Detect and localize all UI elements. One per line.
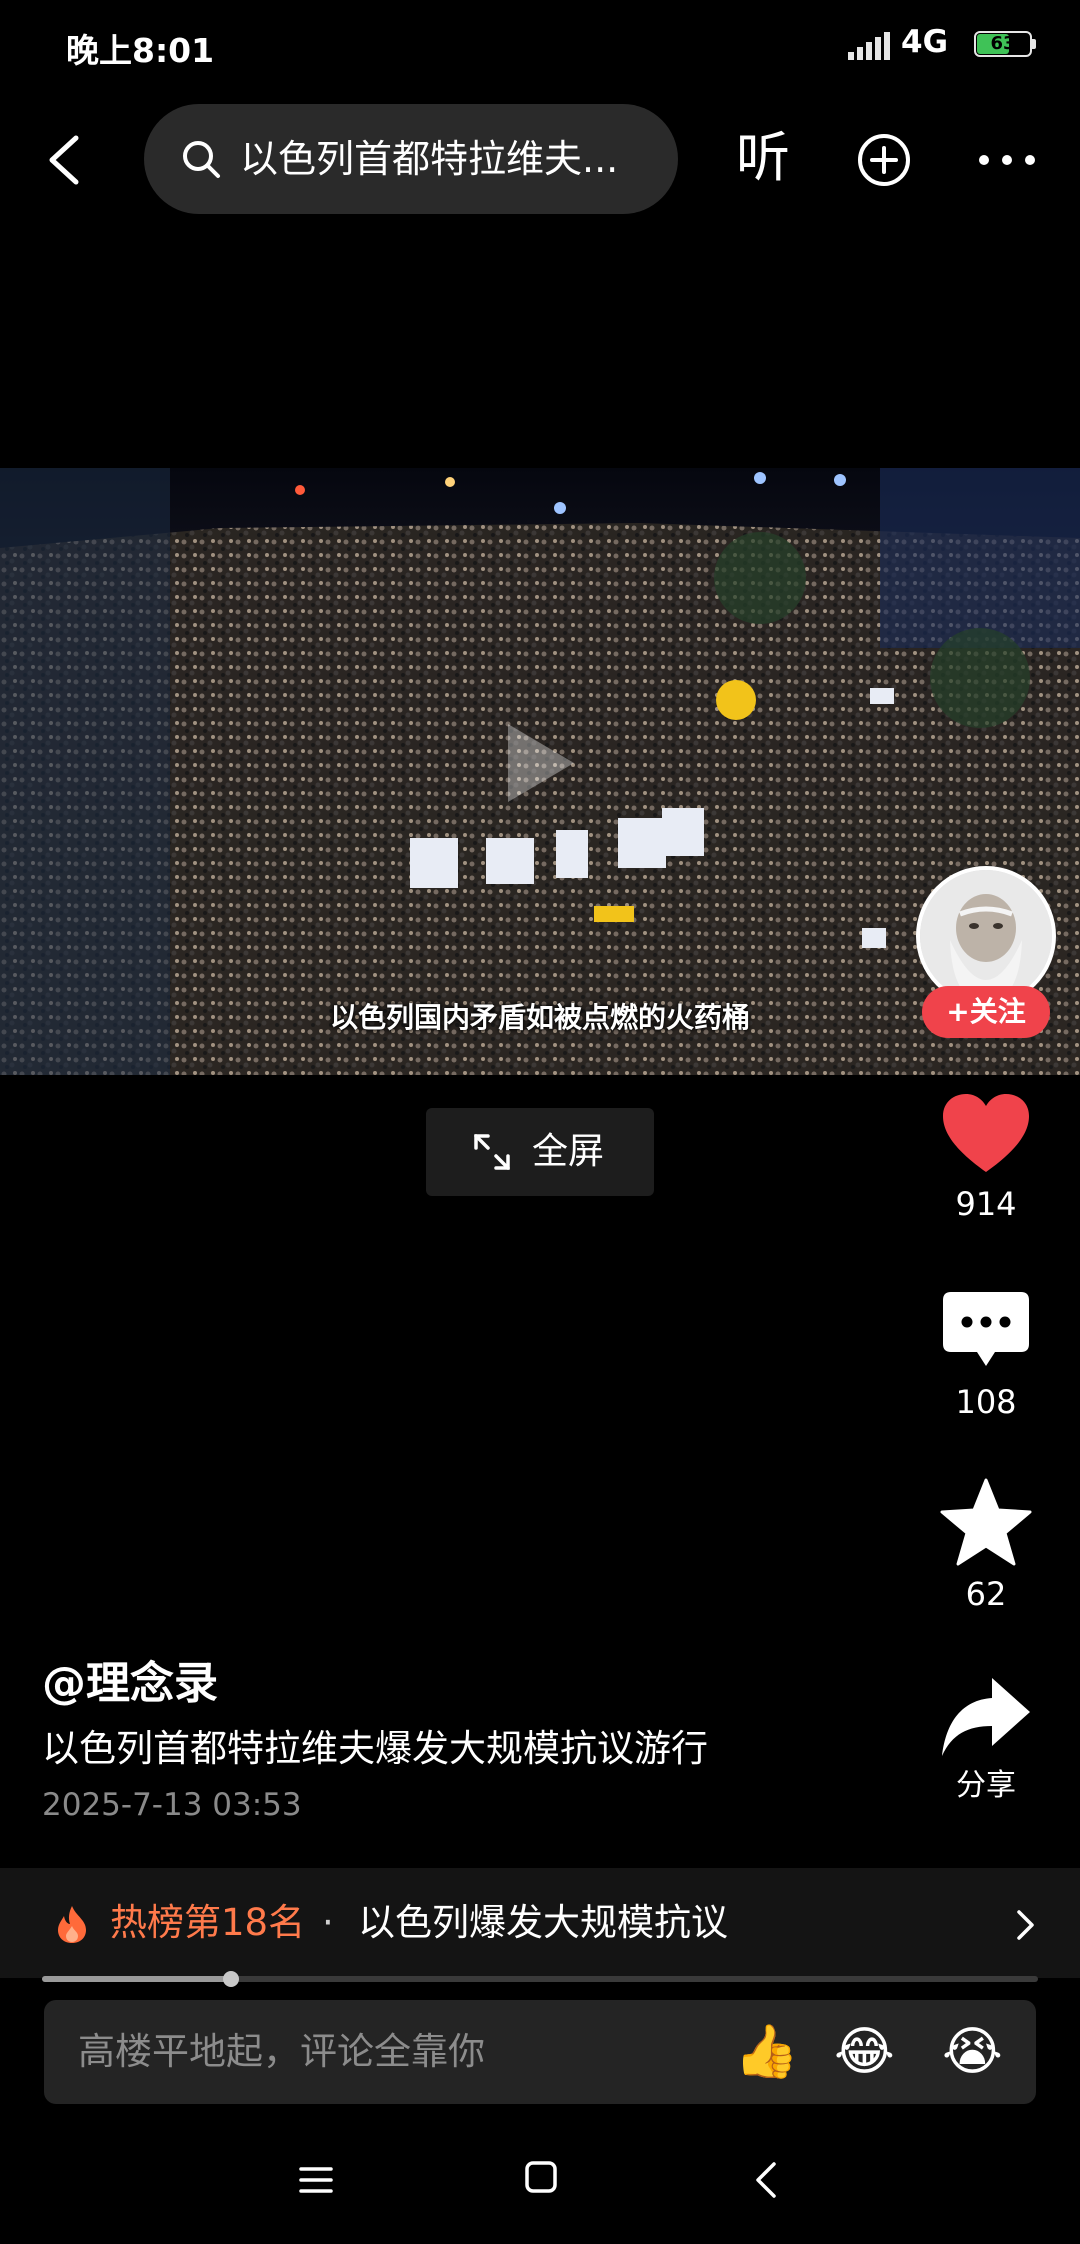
signal-icon xyxy=(848,32,890,60)
like-button[interactable]: 914 xyxy=(916,1092,1056,1224)
play-icon[interactable] xyxy=(500,718,580,808)
battery-icon: 63 xyxy=(974,31,1038,59)
more-options-icon[interactable] xyxy=(976,148,1038,172)
heart-icon xyxy=(943,1094,1029,1172)
fullscreen-button[interactable]: 全屏 xyxy=(426,1108,654,1196)
crying-emoji-button[interactable]: 😭 xyxy=(942,2022,1003,2082)
status-time: 晚上8:01 xyxy=(66,31,215,70)
hot-rank-label: 热榜第18名 xyxy=(110,1901,306,1944)
fullscreen-label: 全屏 xyxy=(532,1131,605,1172)
comment-placeholder: 高楼平地起，评论全靠你 xyxy=(78,2030,485,2073)
add-circle-icon[interactable] xyxy=(856,132,912,188)
author-avatar[interactable] xyxy=(916,866,1056,1006)
video-progress-handle[interactable] xyxy=(223,1971,239,1987)
post-timestamp: 2025-7-13 03:53 xyxy=(42,1787,302,1823)
video-progress-fill xyxy=(42,1976,231,1982)
comment-button[interactable]: 108 xyxy=(916,1290,1056,1422)
video-player[interactable]: 以色列国内矛盾如被点燃的火药桶 xyxy=(0,468,1080,1075)
favorite-count: 62 xyxy=(965,1575,1007,1613)
recent-apps-icon[interactable] xyxy=(298,2162,334,2198)
share-button[interactable]: 分享 xyxy=(916,1676,1056,1806)
search-bar[interactable]: 以色列首都特拉维夫... xyxy=(144,104,678,214)
search-query: 以色列首都特拉维夫... xyxy=(240,137,619,181)
system-nav-bar xyxy=(0,2140,1080,2244)
listen-button[interactable]: 听 xyxy=(736,126,790,190)
comment-count: 108 xyxy=(955,1383,1017,1421)
expand-icon xyxy=(474,1134,510,1170)
chevron-right-icon xyxy=(1017,1910,1034,1940)
home-icon[interactable] xyxy=(524,2160,558,2194)
share-arrow-icon xyxy=(942,1678,1030,1756)
comment-input[interactable]: 高楼平地起，评论全靠你 👍 😂 😭 xyxy=(44,2000,1036,2104)
star-icon xyxy=(940,1478,1032,1566)
post-caption: 以色列首都特拉维夫爆发大规模抗议游行 xyxy=(42,1727,708,1770)
thumbs-up-emoji-button[interactable]: 👍 xyxy=(734,2022,799,2082)
follow-button[interactable]: +关注 xyxy=(922,986,1050,1038)
fire-icon xyxy=(58,1906,86,1943)
like-count: 914 xyxy=(955,1185,1017,1223)
battery-level: 63 xyxy=(990,33,1016,54)
hot-list-banner[interactable]: 热榜第18名 · 以色列爆发大规模抗议 xyxy=(0,1868,1080,1978)
network-type: 4G xyxy=(901,24,949,60)
hot-topic: 以色列爆发大规模抗议 xyxy=(358,1901,728,1944)
author-name[interactable]: @理念录 xyxy=(42,1656,218,1712)
favorite-button[interactable]: 62 xyxy=(916,1478,1056,1614)
share-label: 分享 xyxy=(956,1768,1016,1803)
video-progress-bar[interactable] xyxy=(42,1971,1038,1987)
video-subtitle: 以色列国内矛盾如被点燃的火药桶 xyxy=(329,1001,750,1034)
hot-separator: · xyxy=(322,1901,334,1944)
laughing-emoji-button[interactable]: 😂 xyxy=(834,2022,895,2082)
app-screen: 晚上8:01 4G 63 以色列首都特拉维夫... 听 以色列国内矛盾如被点燃的… xyxy=(0,0,1080,2244)
search-icon xyxy=(183,141,220,178)
back-arrow-icon[interactable] xyxy=(40,130,90,190)
comment-bubble-icon xyxy=(943,1292,1029,1366)
system-back-icon[interactable] xyxy=(752,2160,782,2200)
status-bar: 晚上8:01 4G 63 xyxy=(0,0,1080,92)
avatar-image xyxy=(920,870,1052,1002)
